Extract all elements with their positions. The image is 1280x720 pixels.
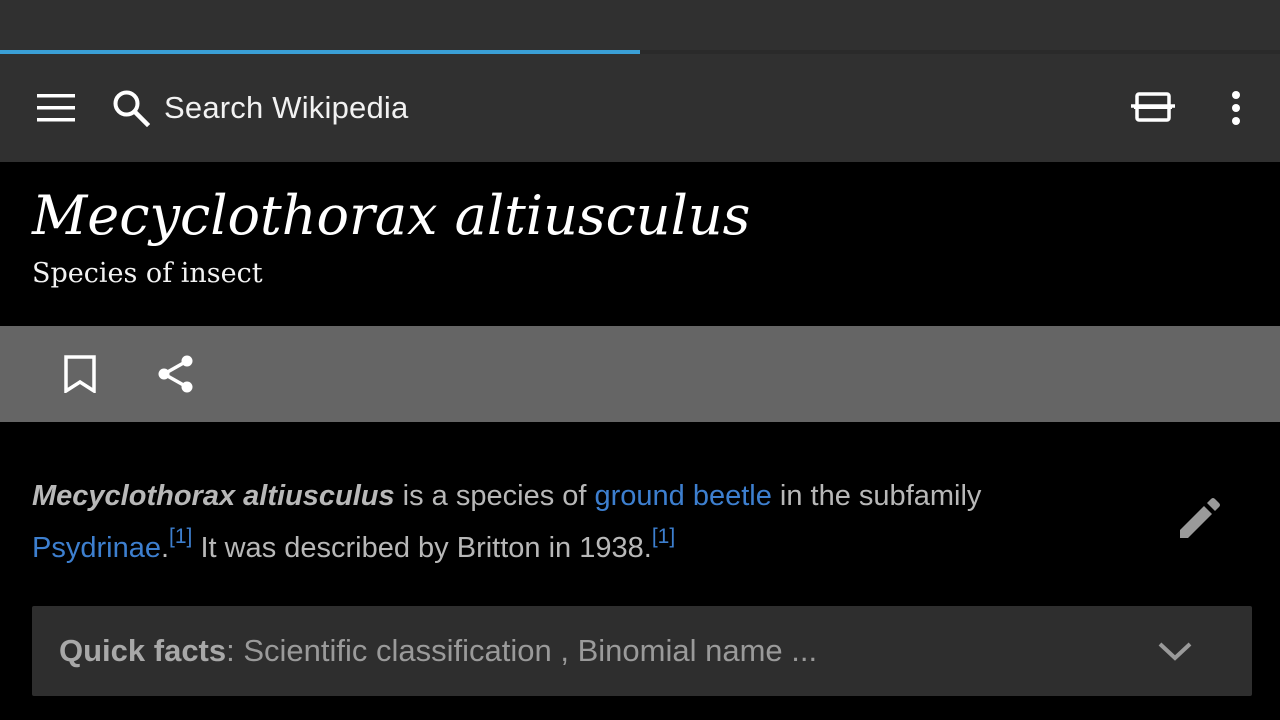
link-psydrinae[interactable]: Psydrinae: [32, 532, 161, 564]
quick-facts-summary: : Scientific classification , Binomial n…: [226, 633, 818, 668]
menu-button[interactable]: [28, 80, 84, 136]
quick-facts-label: Quick facts: [59, 633, 227, 668]
save-bookmark-button[interactable]: [52, 346, 108, 402]
quick-facts-text: Quick facts: Scientific classification ,…: [59, 606, 817, 696]
share-button[interactable]: [148, 346, 204, 402]
reference-link-2[interactable]: [1]: [652, 525, 675, 548]
overflow-menu-button[interactable]: [1212, 80, 1260, 136]
edit-section-button[interactable]: [1170, 488, 1230, 548]
intro-text-1: is a species of: [394, 480, 595, 512]
search-icon: [113, 90, 150, 127]
chevron-down-icon: [1158, 642, 1192, 661]
reference-link-1[interactable]: [1]: [169, 525, 192, 548]
quick-facts-expand-button[interactable]: [1152, 628, 1198, 674]
status-bar: [0, 0, 1280, 50]
search-field[interactable]: Search Wikipedia: [112, 80, 712, 136]
bookmark-icon: [64, 355, 96, 393]
top-toolbar: Search Wikipedia: [0, 54, 1280, 162]
article-header: Mecyclothorax altiusculus Species of ins…: [0, 162, 1280, 326]
intro-text-4: It was described by Britton in 1938.: [192, 532, 652, 564]
link-ground-beetle[interactable]: ground beetle: [595, 480, 772, 512]
article-lead-paragraph: Mecyclothorax altiusculus is a species o…: [32, 470, 1142, 574]
tabs-button[interactable]: [1124, 80, 1182, 136]
article-title: Mecyclothorax altiusculus: [32, 184, 751, 247]
intro-text-2: in the subfamily: [771, 480, 982, 512]
more-vert-icon: [1232, 91, 1240, 125]
hamburger-menu-icon: [37, 94, 75, 122]
article-subject-name: Mecyclothorax altiusculus: [32, 480, 395, 512]
tabs-icon: [1131, 92, 1175, 122]
article-description: Species of insect: [32, 258, 263, 289]
quick-facts-panel[interactable]: Quick facts: Scientific classification ,…: [32, 606, 1252, 696]
pencil-edit-icon: [1180, 498, 1220, 538]
intro-text-3: .: [160, 532, 170, 564]
article-action-bar: [0, 326, 1280, 422]
share-icon: [158, 355, 193, 393]
search-placeholder[interactable]: Search Wikipedia: [164, 90, 408, 126]
